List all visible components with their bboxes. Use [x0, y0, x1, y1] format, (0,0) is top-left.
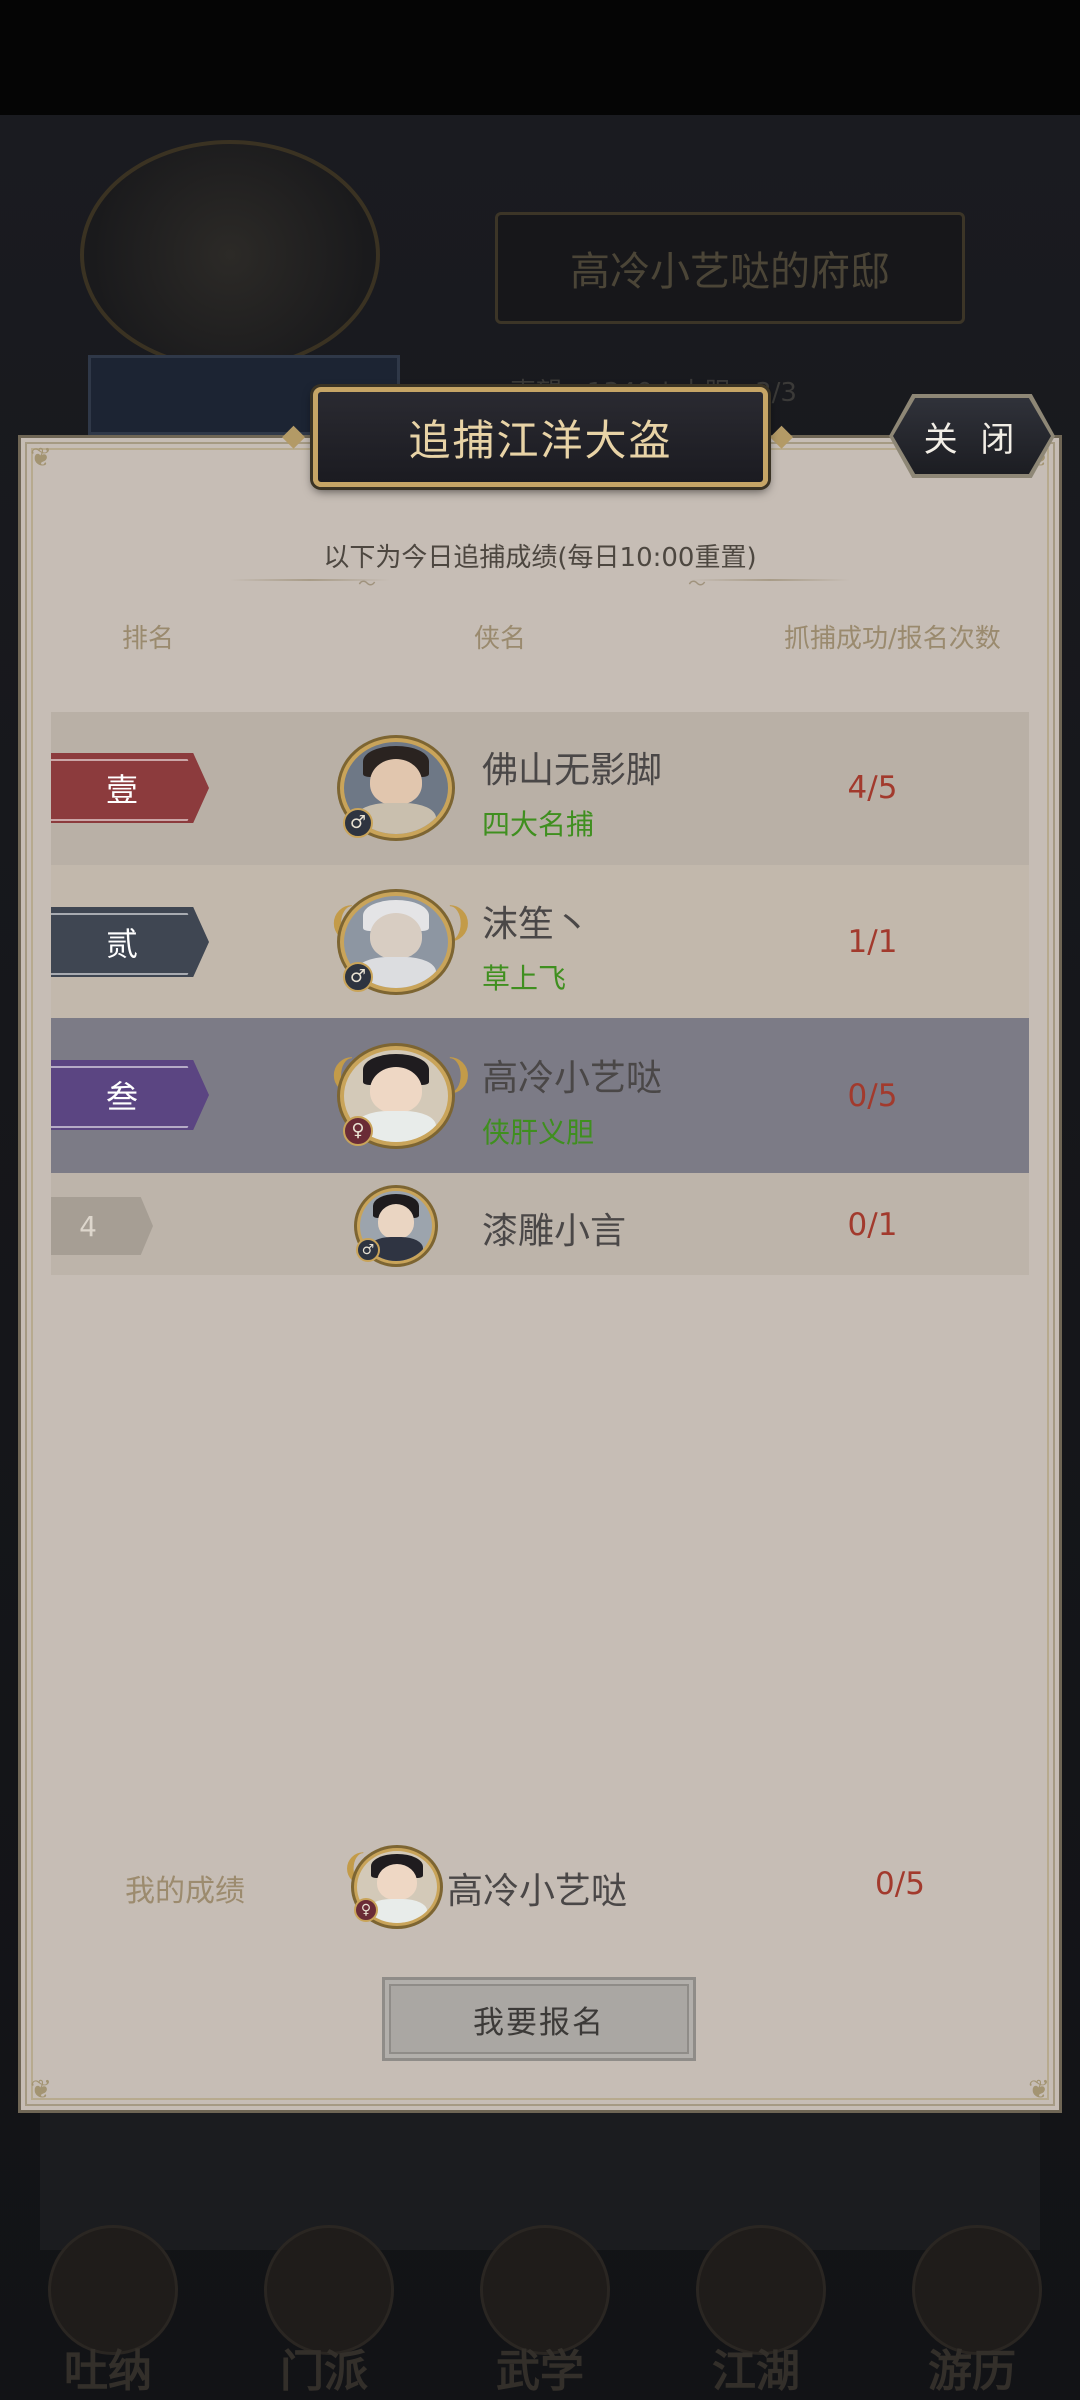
nav-label: 吐纳	[64, 2346, 152, 2397]
rank-label: 壹	[105, 771, 138, 809]
status-bar-area	[0, 0, 1080, 115]
nav-item-tuna: 吐纳	[18, 2225, 198, 2400]
avatar-face	[370, 1066, 422, 1113]
swirl-ornament-icon: ～	[358, 574, 376, 595]
corner-ornament-icon: ❦	[1028, 2075, 1050, 2105]
nav-item-menpai: 门派	[234, 2225, 414, 2400]
column-header-name: 侠名	[474, 624, 527, 654]
avatar-face	[370, 912, 422, 959]
swirl-ornament-icon: ～	[688, 574, 706, 595]
rank-badge: 4	[51, 1197, 153, 1255]
avatar-face	[377, 1863, 417, 1900]
male-icon: ♂	[343, 962, 373, 992]
female-icon: ♀	[343, 1116, 373, 1146]
player-name: 佛山无影脚	[482, 750, 663, 791]
rank-label: 4	[79, 1209, 97, 1243]
column-header-rank: 排名	[122, 624, 175, 654]
my-score: 0/5	[875, 1866, 925, 1902]
player-name: 漆雕小言	[482, 1211, 627, 1252]
nav-label: 门派	[280, 2346, 368, 2397]
score: 0/5	[847, 1078, 898, 1114]
female-icon: ♀	[354, 1898, 378, 1922]
signup-button[interactable]: 我要报名	[382, 1977, 696, 2061]
residence-title: 高冷小艺哒的府邸	[495, 212, 965, 324]
nav-item-wuxue: 武学	[450, 2225, 630, 2400]
divider	[690, 579, 850, 581]
score: 0/1	[847, 1207, 898, 1243]
plate-ornament-icon: ◆	[770, 418, 794, 453]
rank-badge: 壹	[51, 753, 209, 823]
plate-ornament-icon: ◆	[282, 418, 306, 453]
my-record-label: 我的成绩	[125, 1874, 245, 1909]
male-icon: ♂	[343, 808, 373, 838]
residence-emblem-icon	[80, 140, 380, 370]
rank-label: 叁	[105, 1078, 138, 1116]
avatar-face	[370, 758, 422, 805]
player-title: 四大名捕	[482, 808, 595, 841]
nav-label: 江湖	[712, 2346, 800, 2397]
score: 1/1	[847, 924, 898, 960]
column-header-score: 抓捕成功/报名次数	[784, 624, 1001, 654]
player-name: 高冷小艺哒	[482, 1058, 663, 1099]
player-title: 侠肝义胆	[482, 1116, 595, 1149]
nav-item-jianghu: 江湖	[666, 2225, 846, 2400]
player-title: 草上飞	[482, 962, 567, 995]
rank-badge: 贰	[51, 907, 209, 977]
dialog-title: 追捕江洋大盗	[313, 387, 768, 487]
corner-ornament-icon: ❦	[30, 2075, 52, 2105]
rank-badge: 叁	[51, 1060, 209, 1130]
male-icon: ♂	[356, 1238, 380, 1262]
reset-notice: 以下为今日追捕成绩(每日10:00重置)	[323, 543, 757, 573]
avatar-face	[378, 1203, 414, 1239]
nav-label: 游历	[928, 2346, 1016, 2397]
nav-label: 武学	[496, 2346, 584, 2397]
close-button[interactable]: 关 闭	[893, 398, 1051, 474]
player-name: 沫笙丶	[482, 904, 591, 945]
score: 4/5	[847, 770, 898, 806]
bottom-nav: 吐纳 门派 武学 江湖 游历	[0, 2225, 1080, 2400]
corner-ornament-icon: ❦	[30, 443, 52, 473]
my-name: 高冷小艺哒	[447, 1871, 628, 1912]
nav-item-youli: 游历	[882, 2225, 1062, 2400]
rank-label: 贰	[105, 925, 138, 963]
